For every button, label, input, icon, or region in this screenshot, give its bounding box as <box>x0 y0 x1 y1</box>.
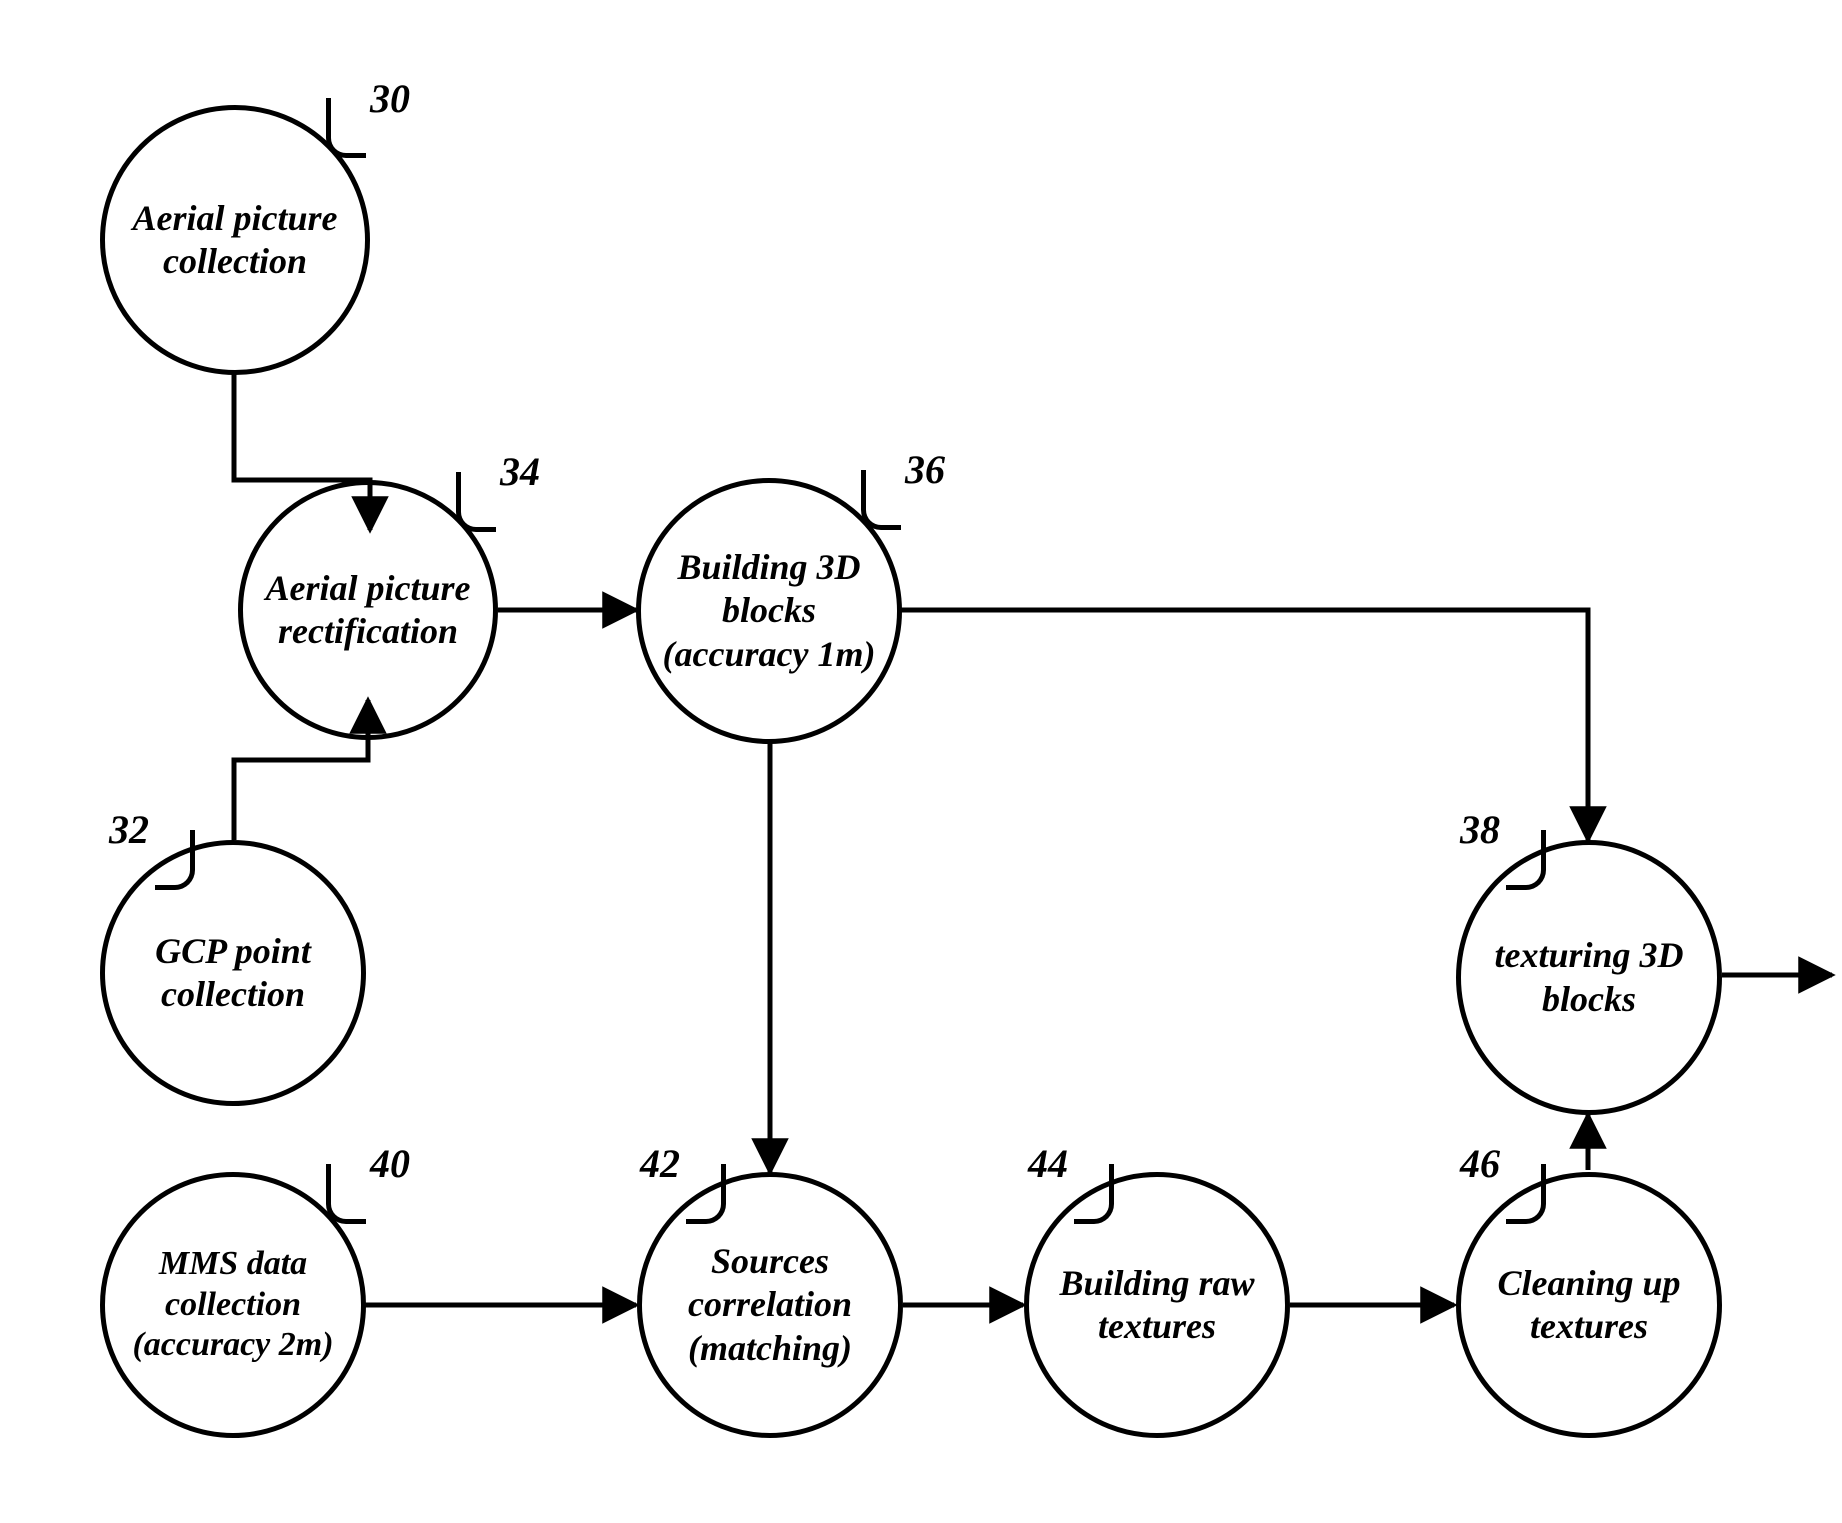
flow-diagram: Aerial picture collection 30 Aerial pict… <box>0 0 1842 1523</box>
node-ref-34: 34 <box>500 448 540 495</box>
node-label: Sources correlation (matching) <box>646 1240 894 1370</box>
leader-tick <box>861 470 901 530</box>
node-label: GCP point collection <box>109 930 357 1016</box>
leader-tick <box>326 1164 366 1224</box>
node-ref-42: 42 <box>640 1140 680 1187</box>
node-label: Building raw textures <box>1033 1262 1281 1348</box>
node-label: Aerial picture rectification <box>247 567 489 653</box>
node-building-raw-textures: Building raw textures <box>1024 1172 1290 1438</box>
node-ref-44: 44 <box>1028 1140 1068 1187</box>
node-label: Cleaning up textures <box>1465 1262 1713 1348</box>
node-ref-32: 32 <box>109 806 149 853</box>
node-gcp-point-collection: GCP point collection <box>100 840 366 1106</box>
node-cleaning-up-textures: Cleaning up textures <box>1456 1172 1722 1438</box>
node-ref-36: 36 <box>905 446 945 493</box>
node-ref-30: 30 <box>370 75 410 122</box>
leader-tick <box>1506 830 1546 890</box>
leader-tick <box>1506 1164 1546 1224</box>
node-label: Aerial picture collection <box>109 197 361 283</box>
node-label: Building 3D blocks (accuracy 1m) <box>645 546 893 676</box>
leader-tick <box>1074 1164 1114 1224</box>
leader-tick <box>686 1164 726 1224</box>
node-label: texturing 3D blocks <box>1465 934 1713 1020</box>
node-ref-40: 40 <box>370 1140 410 1187</box>
node-ref-46: 46 <box>1460 1140 1500 1187</box>
leader-tick <box>155 830 195 890</box>
leader-tick <box>326 98 366 158</box>
node-label: MMS data collection (accuracy 2m) <box>109 1244 357 1366</box>
node-sources-correlation: Sources correlation (matching) <box>637 1172 903 1438</box>
node-texturing-3d-blocks: texturing 3D blocks <box>1456 840 1722 1115</box>
node-ref-38: 38 <box>1460 806 1500 853</box>
leader-tick <box>456 472 496 532</box>
